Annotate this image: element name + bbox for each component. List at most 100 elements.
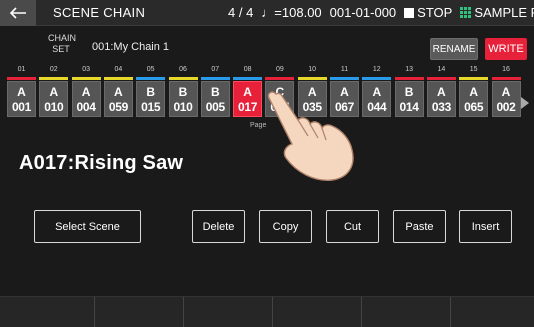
step-color-bar [168,77,198,80]
insert-button[interactable]: Insert [459,210,512,243]
song-position: 001-01-000 [329,5,397,20]
step-number: 01 [17,66,26,73]
step-bank-letter: A [437,85,446,99]
chain-step[interactable]: 04 A 059 [102,66,135,136]
step-cell[interactable]: B 014 [394,81,424,117]
fkey-divider [272,297,273,327]
pad-mode: SAMPLE PAD [474,5,534,20]
scene-name: A017:Rising Saw [19,152,184,174]
chain-step[interactable]: 01 A 001 [5,66,38,136]
step-scene-number: 044 [367,100,387,114]
fkey-divider [450,297,451,327]
step-number: 15 [469,66,478,73]
step-color-bar [330,77,359,80]
back-button[interactable] [0,0,36,26]
step-color-bar [362,77,392,80]
back-arrow-icon [9,7,26,19]
step-bank-letter: A [49,85,59,99]
rename-button[interactable]: RENAME [430,38,478,60]
cut-button[interactable]: Cut [326,210,379,243]
transport-status: STOP [417,5,453,20]
step-scene-number: 059 [108,100,128,114]
step-number: 05 [146,66,155,73]
pointing-hand-icon [267,91,354,181]
step-bank-letter: A [81,85,91,99]
step-number: 03 [82,66,90,73]
step-cell[interactable]: A 002 [491,81,521,117]
step-cell[interactable]: A 059 [103,81,133,117]
step-number: 11 [340,66,349,73]
chain-step[interactable]: 03 A 004 [70,66,103,136]
step-cell[interactable]: A 010 [39,81,69,117]
step-color-bar [200,77,230,80]
step-scene-number: 004 [76,100,96,114]
step-number: 04 [114,66,123,73]
chain-step[interactable]: 16 A 002 [490,66,523,136]
step-scene-number: 010 [173,100,193,114]
step-color-bar [297,77,327,80]
step-cell[interactable]: B 015 [136,81,166,117]
step-bank-letter: A [501,85,511,99]
step-scene-number: 002 [496,100,516,114]
step-scene-number: 017 [238,100,258,114]
chain-step[interactable]: 02 A 010 [37,66,70,136]
step-cell-selected[interactable]: A 017 [233,81,263,117]
step-scene-number: 005 [205,100,225,114]
chain-step[interactable]: 07 B 005 [199,66,232,136]
chain-step[interactable]: 12 A 044 [360,66,393,136]
step-color-bar [233,77,263,80]
fkey-divider [94,297,95,327]
tempo: ♩=108.00 [261,5,322,20]
step-number: 16 [502,66,510,73]
step-scene-number: 014 [399,100,419,114]
step-scene-number: 010 [44,100,64,114]
step-bank-letter: A [469,85,479,99]
chain-step[interactable]: 14 A 033 [425,66,458,136]
paste-button[interactable]: Paste [393,210,446,243]
select-scene-button[interactable]: Select Scene [34,210,141,243]
time-signature: 4 / 4 [228,5,254,20]
fkey-divider [361,297,362,327]
step-cell[interactable]: A 004 [71,81,101,117]
step-bank-letter: A [114,85,123,99]
step-number: 07 [211,66,220,73]
step-cell[interactable]: B 005 [200,81,230,117]
step-scene-number: 015 [141,100,161,114]
step-bank-letter: B [146,85,156,99]
step-bank-letter: B [178,85,188,99]
top-bar: SCENE CHAIN 4 / 4 ♩=108.00 001-01-000 ST… [0,0,534,26]
step-color-bar [71,77,101,80]
step-bank-letter: A [17,85,26,99]
chain-step[interactable]: 15 A 065 [457,66,490,136]
screen-title: SCENE CHAIN [53,5,146,20]
step-color-bar [426,77,456,80]
step-bank-letter: B [404,85,414,99]
step-bank-letter: A [243,85,252,99]
step-cell[interactable]: A 065 [459,81,489,117]
step-color-bar [103,77,133,80]
chain-step[interactable]: 06 B 010 [167,66,200,136]
write-button[interactable]: WRITE [485,38,527,60]
fkey-divider [183,297,184,327]
step-number: 13 [405,66,413,73]
delete-button[interactable]: Delete [192,210,245,243]
chevron-right-icon[interactable] [520,96,530,110]
chain-row: CHAIN SET 001:My Chain 1 RENAME WRITE [0,27,534,63]
step-color-bar [491,77,521,80]
step-scene-number: 033 [431,100,451,114]
step-cell[interactable]: A 044 [362,81,392,117]
step-number: 08 [243,66,252,73]
status-group: 4 / 4 ♩=108.00 001-01-000 STOP SAMPLE PA… [228,5,534,20]
step-cell[interactable]: A 033 [426,81,456,117]
step-color-bar [394,77,424,80]
chain-step[interactable]: 05 B 015 [134,66,167,136]
chain-step[interactable]: 13 B 014 [393,66,426,136]
step-cell[interactable]: A 001 [7,81,36,117]
chain-name[interactable]: 001:My Chain 1 [92,41,169,53]
step-number: 12 [372,66,381,73]
step-number: 10 [308,66,317,73]
copy-button[interactable]: Copy [259,210,312,243]
chain-set-text: CHAIN SET [48,33,77,54]
pad-grid-icon [460,7,472,18]
step-cell[interactable]: B 010 [168,81,198,117]
